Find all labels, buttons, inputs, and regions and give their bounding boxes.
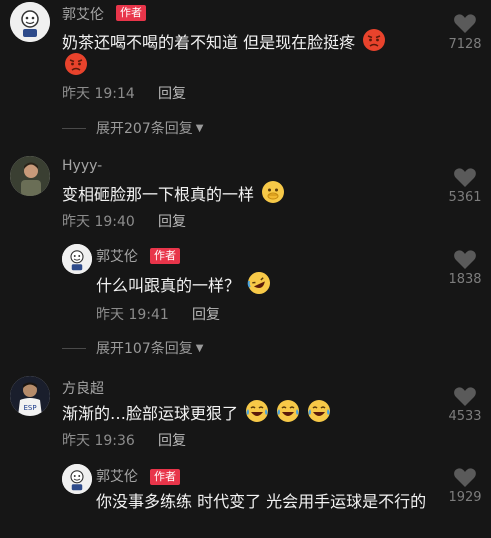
author-badge: 作者 xyxy=(150,469,180,485)
chevron-down-icon: ▼ xyxy=(195,342,204,354)
reply-button[interactable]: 回复 xyxy=(192,304,220,324)
commenter-name[interactable]: 方良超 xyxy=(62,378,104,398)
like-count: 7128 xyxy=(448,37,482,52)
comment-text: 渐渐的…脸部运球更狠了 xyxy=(62,399,331,430)
like-count: 1929 xyxy=(448,490,482,505)
comment-text-content: 渐渐的…脸部运球更狠了 xyxy=(62,404,239,423)
reply-button[interactable]: 回复 xyxy=(158,83,186,103)
expand-replies-button[interactable]: 展开107条回复 ▼ xyxy=(62,338,203,358)
like-count: 1838 xyxy=(448,272,482,287)
heart-icon[interactable] xyxy=(453,248,477,270)
crying-laughing-face-icon xyxy=(276,399,300,430)
comment-text: 什么叫跟真的一样？ xyxy=(96,271,271,302)
avatar[interactable] xyxy=(62,244,92,274)
avatar[interactable] xyxy=(10,2,50,42)
heart-icon[interactable] xyxy=(453,166,477,188)
reply-button[interactable]: 回复 xyxy=(158,430,186,450)
comment-text: 变相砸脸那一下根真的一样 xyxy=(62,180,285,211)
avatar[interactable] xyxy=(62,464,92,494)
divider-line xyxy=(62,127,86,129)
rolling-laughing-face-icon xyxy=(247,271,271,302)
commenter-name[interactable]: 郭艾伦 xyxy=(96,466,138,486)
author-badge: 作者 xyxy=(116,5,146,21)
comment-text-content: 什么叫跟真的一样？ xyxy=(96,276,241,295)
avatar[interactable] xyxy=(10,156,50,196)
commenter-name[interactable]: Hyyy- xyxy=(62,158,102,174)
expand-replies-label: 展开207条回复 xyxy=(96,121,193,137)
reply-button[interactable]: 回复 xyxy=(158,211,186,231)
svg-text:ESP: ESP xyxy=(23,404,36,412)
comment-time: 昨天 19:41 xyxy=(96,307,169,323)
comment-time: 昨天 19:14 xyxy=(62,86,135,102)
comment-time: 昨天 19:36 xyxy=(62,433,135,449)
expand-replies-label: 展开107条回复 xyxy=(96,341,193,357)
comment-text: 奶茶还喝不喝的着不知道 但是现在脸挺疼 xyxy=(62,28,386,59)
like-count: 5361 xyxy=(448,190,482,205)
divider-line xyxy=(62,347,86,349)
chevron-down-icon: ▼ xyxy=(195,122,204,134)
expand-replies-button[interactable]: 展开207条回复 ▼ xyxy=(62,118,203,138)
comment-text-overflow xyxy=(62,52,88,80)
commenter-name[interactable]: 郭艾伦 xyxy=(96,246,138,266)
comment-text-content: 变相砸脸那一下根真的一样 xyxy=(62,185,255,204)
like-count: 4533 xyxy=(448,409,482,424)
commenter-name[interactable]: 郭艾伦 xyxy=(62,4,104,24)
pouting-face-icon xyxy=(362,28,386,59)
heart-icon[interactable] xyxy=(453,12,477,34)
crying-laughing-face-icon xyxy=(307,399,331,430)
pouting-face-icon xyxy=(64,52,88,80)
comment-text-content: 奶茶还喝不喝的着不知道 但是现在脸挺疼 xyxy=(62,33,356,52)
avatar[interactable]: ESP xyxy=(10,376,50,416)
author-badge: 作者 xyxy=(150,248,180,264)
comment-time: 昨天 19:40 xyxy=(62,214,135,230)
heart-icon[interactable] xyxy=(453,385,477,407)
comment-text: 你没事多练练 时代变了 光会用手运球是不行的 xyxy=(96,492,427,511)
heart-icon[interactable] xyxy=(453,466,477,488)
hand-over-face-icon xyxy=(261,180,285,211)
crying-laughing-face-icon xyxy=(245,399,269,430)
